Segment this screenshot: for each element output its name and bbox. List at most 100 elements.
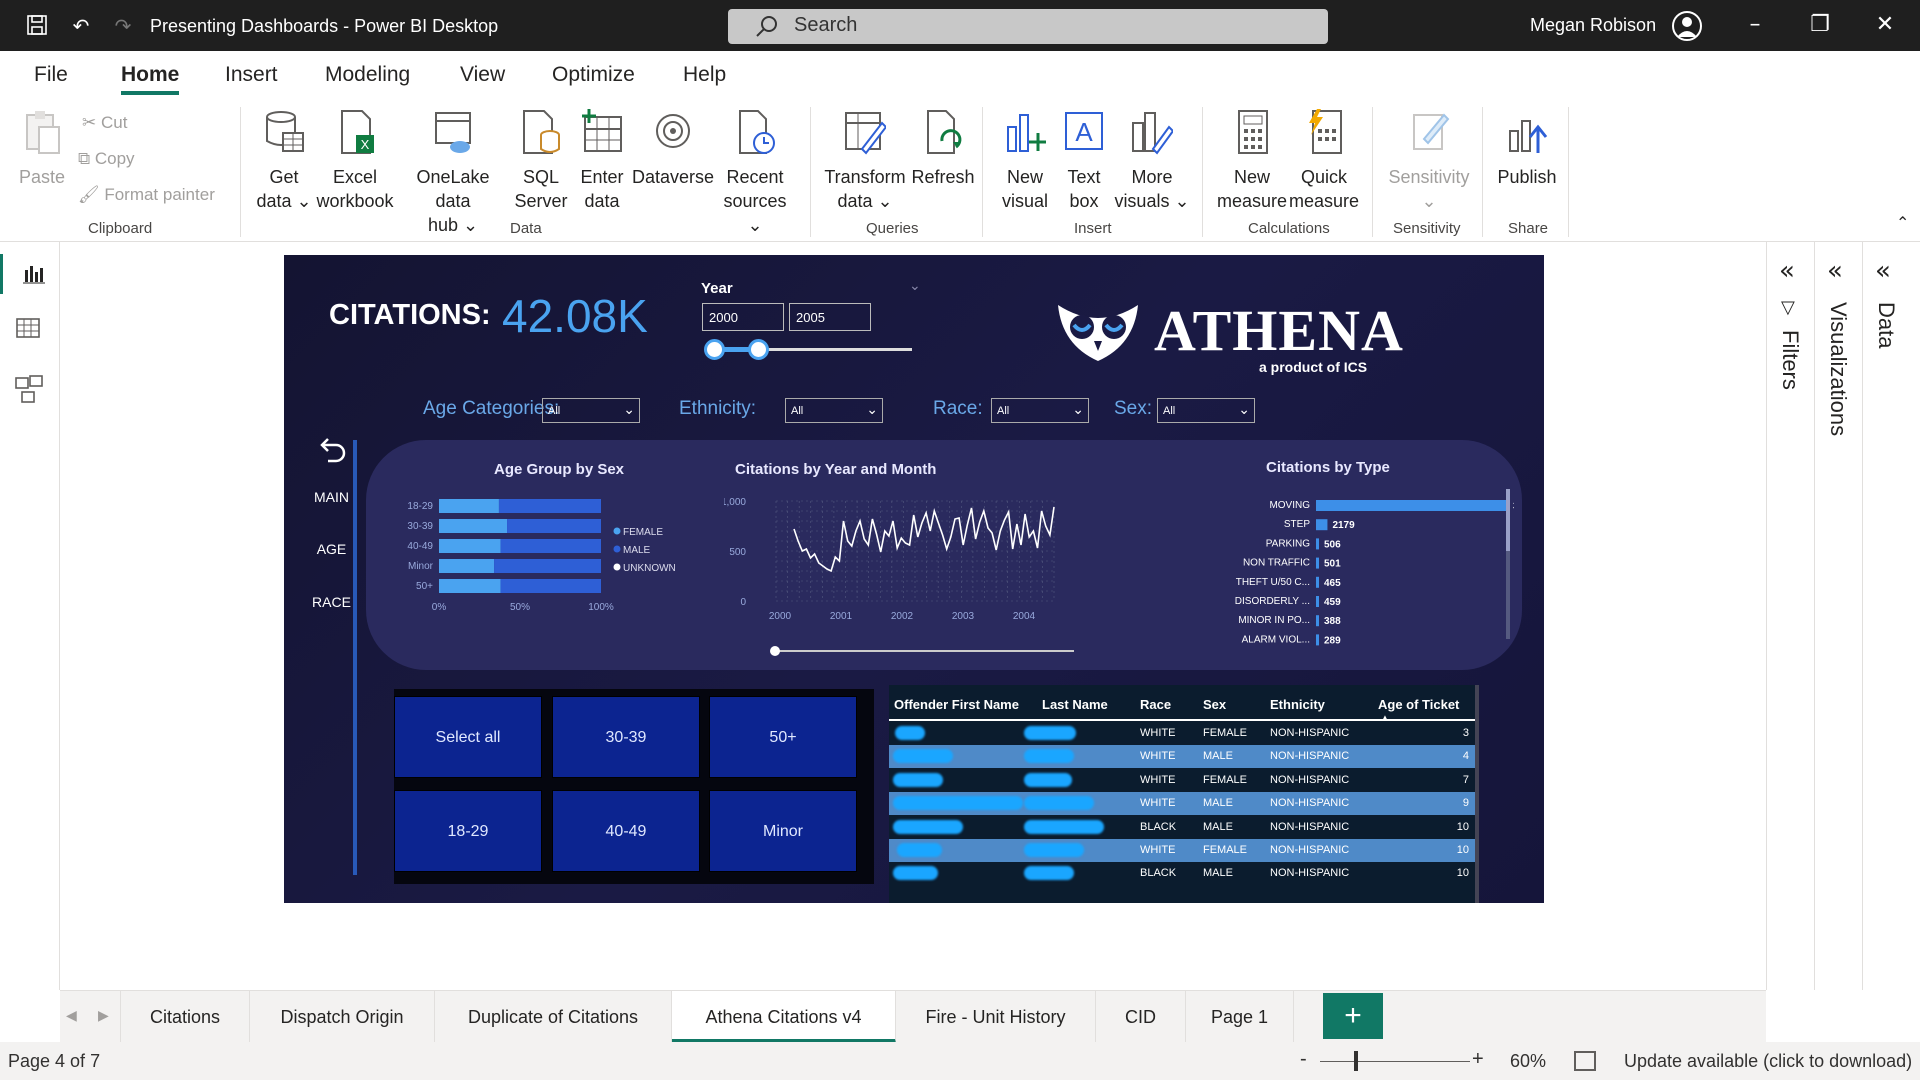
publish-button[interactable]: Publish (1492, 109, 1562, 189)
table-row[interactable]: WHITE MALE NON-HISPANIC 9 (889, 792, 1475, 816)
citations-by-year-month-chart[interactable]: 1,0005000200020012002200320042005 (724, 483, 1074, 679)
get-data-button[interactable]: Get data ⌄ (254, 109, 314, 213)
table-row[interactable]: BLACK MALE NON-HISPANIC 10 (889, 815, 1475, 839)
fit-to-page-icon[interactable] (1574, 1051, 1596, 1071)
age-group-by-sex-chart[interactable]: 18-29 30-39 40-49 Minor 50+ 0% 50% 100% FEMALE MA… (384, 485, 684, 655)
excel-workbook-button[interactable]: X Excel workbook (314, 109, 396, 213)
table-row[interactable]: BLACK MALE NON-HISPANIC 10 (889, 862, 1475, 886)
table-view-icon[interactable] (14, 314, 46, 346)
model-view-icon[interactable] (14, 374, 46, 406)
age-40-49-button[interactable]: 40-49 (552, 790, 700, 872)
data-pane[interactable]: « Data (1862, 242, 1920, 990)
search-box[interactable]: Search (728, 9, 1328, 44)
quick-measure-button[interactable]: Quick measure (1286, 109, 1362, 213)
year-from-input[interactable]: 2000 (702, 303, 784, 331)
user-name[interactable]: Megan Robison (1530, 15, 1656, 36)
nav-race-button[interactable]: RACE (304, 594, 359, 610)
format-painter-button[interactable]: 🖌 Format painter (78, 185, 215, 205)
save-icon[interactable] (24, 13, 50, 39)
menu-help[interactable]: Help (683, 63, 726, 87)
onelake-data-hub-button[interactable]: OneLake data hub ⌄ (398, 109, 508, 237)
new-measure-button[interactable]: New measure (1214, 109, 1290, 213)
menu-view[interactable]: View (460, 63, 505, 87)
recent-sources-button[interactable]: Recent sources ⌄ (714, 109, 796, 237)
close-button[interactable]: ✕ (1865, 10, 1905, 40)
sex-dropdown[interactable]: All ⌄ (1157, 398, 1255, 423)
chevron-down-icon[interactable]: ⌄ (909, 277, 921, 294)
citations-by-type-chart[interactable]: MOVING 36571 STEP 2179 PARKING 506 NON TRAFFIC… (1104, 487, 1514, 647)
age-50-plus-button[interactable]: 50+ (709, 696, 857, 778)
menu-insert[interactable]: Insert (225, 63, 278, 87)
new-visual-button[interactable]: New visual (996, 109, 1054, 213)
table-row[interactable]: WHITE FEMALE NON-HISPANIC 3 (889, 722, 1475, 745)
avatar[interactable] (1672, 11, 1702, 41)
select-all-button[interactable]: Select all (394, 696, 542, 778)
menu-optimize[interactable]: Optimize (552, 63, 635, 87)
visualizations-pane[interactable]: « Visualizations (1814, 242, 1862, 990)
expand-chevron-icon[interactable]: « (1875, 256, 1891, 286)
more-visuals-button[interactable]: More visuals ⌄ (1114, 109, 1190, 213)
table-row[interactable]: WHITE FEMALE NON-HISPANIC 7 (889, 768, 1475, 792)
year-to-input[interactable]: 2005 (789, 303, 871, 331)
back-arrow-icon[interactable] (318, 433, 348, 463)
zoom-out-icon[interactable]: - (1300, 1048, 1307, 1071)
zoom-level[interactable]: 60% (1510, 1051, 1546, 1072)
tab-fire-unit-history[interactable]: Fire - Unit History (896, 991, 1096, 1043)
transform-data-button[interactable]: Transform data ⌄ (820, 109, 910, 213)
update-available-link[interactable]: Update available (click to download) (1624, 1051, 1912, 1072)
redo-icon[interactable]: ↷ (110, 13, 136, 39)
col-last-name[interactable]: Last Name (1042, 697, 1108, 712)
copy-button[interactable]: ⧉ Copy (78, 149, 135, 169)
col-ethnicity[interactable]: Ethnicity (1270, 697, 1325, 712)
paste-button[interactable]: Paste (16, 109, 68, 189)
nav-main-button[interactable]: MAIN (304, 489, 359, 505)
tab-scroll-right-icon[interactable]: ▶ (98, 1007, 109, 1024)
tab-dispatch-origin[interactable]: Dispatch Origin (250, 991, 435, 1043)
menu-file[interactable]: File (34, 63, 68, 87)
col-first-name[interactable]: Offender First Name (894, 697, 1019, 712)
expand-chevron-icon[interactable]: « (1827, 256, 1843, 286)
race-dropdown[interactable]: All ⌄ (991, 398, 1089, 423)
age-30-39-button[interactable]: 30-39 (552, 696, 700, 778)
report-view-icon[interactable] (0, 254, 60, 294)
collapse-ribbon-icon[interactable]: ⌃ (1896, 213, 1909, 233)
age-minor-button[interactable]: Minor (709, 790, 857, 872)
zoom-slider[interactable] (1320, 1061, 1470, 1062)
tab-athena-citations-v4[interactable]: Athena Citations v4 (672, 991, 896, 1043)
zoom-slider-handle[interactable] (1354, 1051, 1358, 1071)
text-box-button[interactable]: A Text box (1056, 109, 1112, 213)
col-sex[interactable]: Sex (1203, 697, 1226, 712)
cut-button[interactable]: ✂ Cut (82, 113, 127, 133)
year-slider-end-handle[interactable] (748, 339, 769, 360)
tab-duplicate-of-citations[interactable]: Duplicate of Citations (435, 991, 672, 1043)
menu-home[interactable]: Home (121, 63, 180, 95)
table-row[interactable]: WHITE MALE NON-HISPANIC 4 (889, 745, 1475, 769)
refresh-button[interactable]: Refresh (908, 109, 978, 189)
tab-scroll-left-icon[interactable]: ◀ (66, 1007, 77, 1024)
minimize-button[interactable]: – (1735, 10, 1775, 40)
tab-cid[interactable]: CID (1096, 991, 1186, 1043)
restore-button[interactable]: ❐ (1800, 10, 1840, 40)
age-categories-dropdown[interactable]: All ⌄ (542, 398, 640, 423)
col-age-of-ticket[interactable]: Age of Ticket (1378, 697, 1459, 712)
tab-page-1[interactable]: Page 1 (1186, 991, 1294, 1043)
zoom-in-icon[interactable]: + (1472, 1048, 1484, 1071)
table-row[interactable]: WHITE FEMALE NON-HISPANIC 10 (889, 839, 1475, 862)
sql-server-button[interactable]: SQL Server (510, 109, 572, 213)
menu-modeling[interactable]: Modeling (325, 63, 410, 87)
nav-age-button[interactable]: AGE (304, 541, 359, 557)
enter-data-button[interactable]: Enter data (572, 109, 632, 213)
dataverse-button[interactable]: Dataverse (632, 109, 714, 189)
col-race[interactable]: Race (1140, 697, 1171, 712)
refresh-icon (927, 110, 962, 154)
year-slider-start-handle[interactable] (704, 339, 725, 360)
table-scrollbar[interactable] (1475, 685, 1479, 903)
age-18-29-button[interactable]: 18-29 (394, 790, 542, 872)
add-page-button[interactable]: + (1323, 993, 1383, 1039)
tab-citations[interactable]: Citations (120, 991, 250, 1043)
expand-chevron-icon[interactable]: « (1779, 256, 1795, 286)
sensitivity-button[interactable]: Sensitivity ⌄ (1382, 109, 1476, 213)
filters-pane[interactable]: « ▽ Filters (1766, 242, 1814, 990)
undo-icon[interactable]: ↶ (68, 13, 94, 39)
ethnicity-dropdown[interactable]: All ⌄ (785, 398, 883, 423)
